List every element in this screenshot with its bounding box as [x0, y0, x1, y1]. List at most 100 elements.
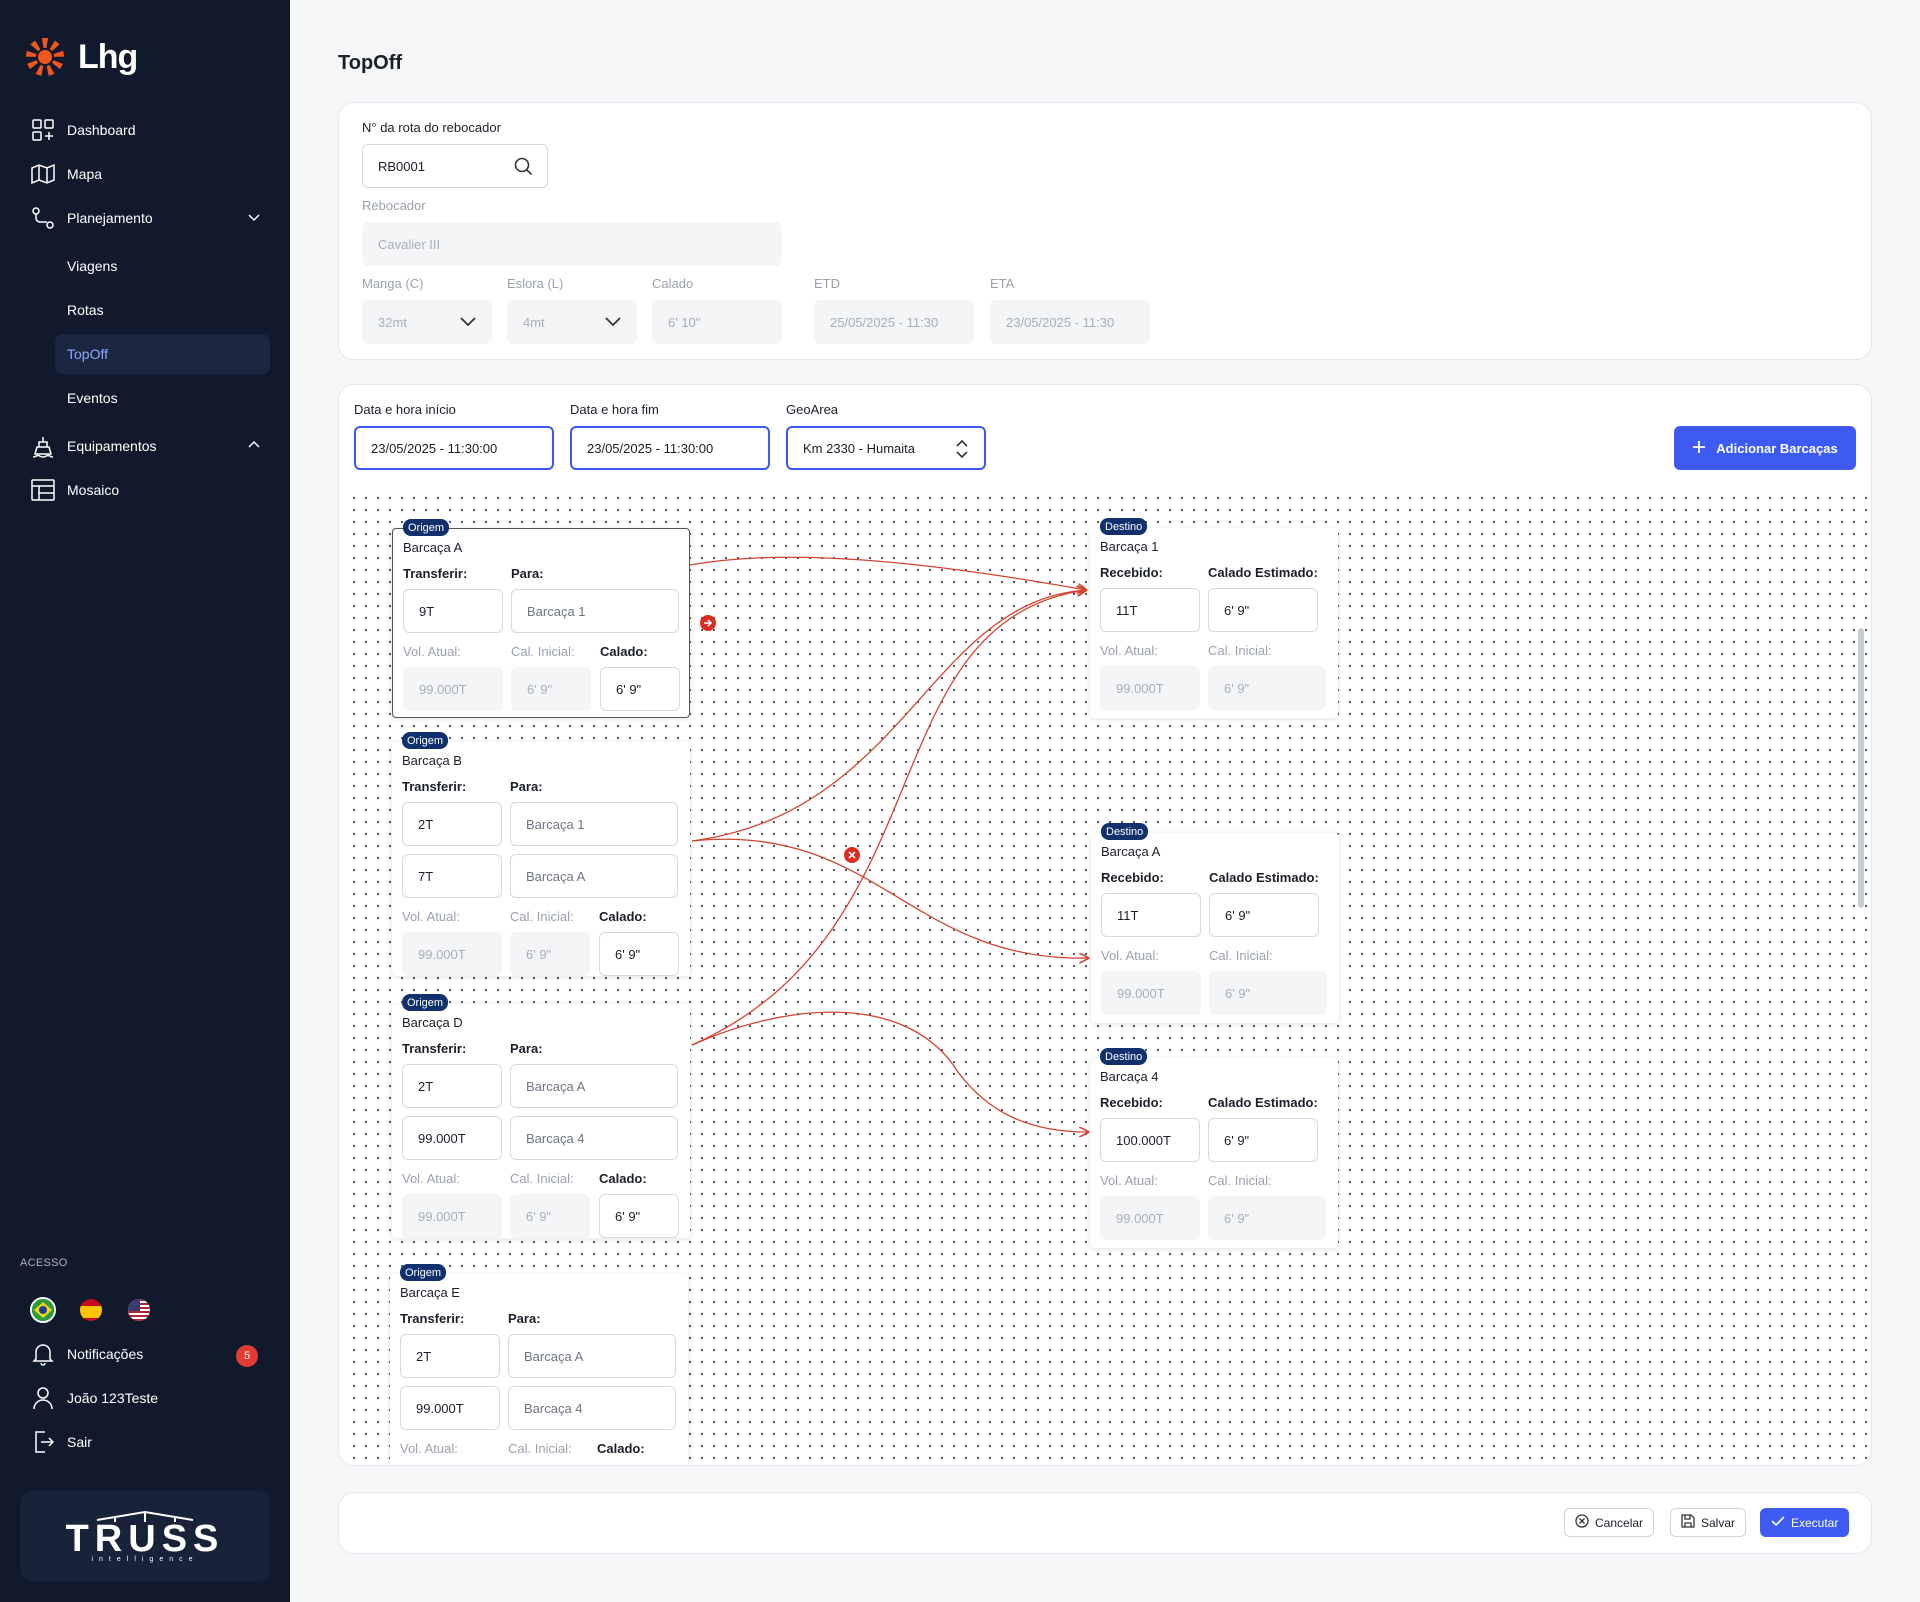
sidebar-item-viagens[interactable]: Viagens — [55, 246, 270, 286]
target-value: Barcaça A — [526, 868, 586, 884]
etd-value: 25/05/2025 - 11:30 — [830, 314, 939, 330]
nav-planejamento[interactable]: Planejamento — [31, 206, 261, 230]
destination-node-barcaca-1[interactable]: Destino Barcaça 1 Recebido: Calado Estim… — [1090, 518, 1338, 718]
destination-node-barcaca-4[interactable]: Destino Barcaça 4 Recebido: Calado Estim… — [1090, 1048, 1338, 1248]
transfer-target-select[interactable]: Barcaça A — [508, 1334, 676, 1378]
nav-mapa[interactable]: Mapa — [31, 162, 102, 186]
origin-node-barcaca-e[interactable]: Origem Barcaça E Transferir: Para: 2T Ba… — [390, 1264, 688, 1464]
plus-icon — [1692, 440, 1706, 457]
est-draft-label: Calado Estimado: — [1208, 565, 1318, 580]
edge-d-to-4 — [691, 1011, 1088, 1132]
nav-sair[interactable]: Sair — [31, 1430, 92, 1454]
transfer-target-select[interactable]: Barcaça 1 — [511, 589, 679, 633]
transfer-qty-input[interactable]: 99.000T — [400, 1386, 500, 1430]
connect-handle-icon[interactable] — [700, 615, 716, 631]
received-input[interactable]: 11T — [1100, 588, 1200, 632]
nav-notificacoes[interactable]: Notificações — [31, 1342, 143, 1366]
route-number-field[interactable]: RB0001 — [362, 144, 548, 188]
nav-dashboard[interactable]: Dashboard — [31, 118, 136, 142]
end-datetime-input[interactable]: 23/05/2025 - 11:30:00 — [570, 426, 770, 470]
transfer-label: Transferir: — [400, 1311, 465, 1326]
nav-mosaico[interactable]: Mosaico — [31, 478, 119, 502]
nav-equipamentos[interactable]: Equipamentos — [31, 434, 261, 458]
truss-brand-sub: intelligence — [91, 1555, 199, 1563]
cal-init-value: 6' 9" — [1224, 680, 1250, 696]
vol-label: Vol. Atual: — [1101, 948, 1159, 963]
calado-input[interactable]: 6' 9" — [600, 667, 680, 711]
to-label: Para: — [511, 566, 544, 581]
delete-edge-icon[interactable] — [844, 847, 860, 863]
transfer-target-select[interactable]: Barcaça 1 — [510, 802, 678, 846]
transfer-qty-input[interactable]: 2T — [402, 802, 502, 846]
execute-button[interactable]: Executar — [1760, 1508, 1850, 1537]
transfer-label: Transferir: — [403, 566, 468, 581]
to-label: Para: — [508, 1311, 541, 1326]
geoarea-select[interactable]: Km 2330 - Humaita — [786, 426, 986, 470]
origin-node-barcaca-a[interactable]: Origem Barcaça A Transferir: Para: 9T Ba… — [392, 519, 690, 718]
vol-label: Vol. Atual: — [402, 909, 460, 924]
etd-label: ETD — [814, 276, 840, 291]
origin-tag: Origem — [403, 519, 450, 536]
transfer-target-select[interactable]: Barcaça A — [510, 1064, 678, 1108]
sidebar-item-eventos[interactable]: Eventos — [55, 378, 270, 418]
calado-input[interactable]: 6' 9" — [599, 932, 679, 976]
spain-flag-icon[interactable] — [78, 1297, 104, 1323]
target-value: Barcaça 4 — [526, 1130, 585, 1146]
vol-value: 99.000T — [418, 1208, 466, 1224]
destination-node-barcaca-a[interactable]: Destino Barcaça A Recebido: Calado Estim… — [1091, 823, 1339, 1023]
sidebar-item-rotas[interactable]: Rotas — [55, 290, 270, 330]
user-name: João 123Teste — [67, 1390, 159, 1406]
chevron-up-icon[interactable] — [247, 438, 261, 455]
nav-user[interactable]: João 123Teste — [31, 1386, 158, 1410]
cancel-button[interactable]: Cancelar — [1564, 1508, 1655, 1537]
cancel-label: Cancelar — [1595, 1515, 1644, 1530]
search-icon[interactable] — [513, 156, 533, 179]
eta-field: 23/05/2025 - 11:30 — [990, 300, 1150, 344]
transfer-qty-input[interactable]: 2T — [402, 1064, 502, 1108]
brazil-flag-icon[interactable] — [30, 1297, 56, 1323]
app-logo[interactable]: Lhg — [22, 34, 138, 80]
chevron-down-icon[interactable] — [247, 210, 261, 227]
logo-text: Lhg — [78, 37, 138, 76]
vol-value: 99.000T — [418, 946, 466, 962]
manga-label: Manga (C) — [362, 276, 424, 291]
route-icon — [31, 206, 55, 230]
transfer-qty-input[interactable]: 7T — [402, 854, 502, 898]
transfer-qty-input[interactable]: 99.000T — [402, 1116, 502, 1160]
vol-field: 99.000T — [403, 667, 503, 711]
vol-value: 99.000T — [419, 681, 467, 697]
transfer-target-select[interactable]: Barcaça 4 — [508, 1386, 676, 1430]
qty-value: 9T — [419, 603, 435, 619]
usa-flag-icon[interactable] — [126, 1297, 152, 1323]
cal-init-label: Cal. Inicial: — [1208, 1173, 1272, 1188]
est-draft-value: 6' 9" — [1224, 602, 1250, 618]
sidebar-item-topoff[interactable]: TopOff — [55, 334, 270, 374]
qty-value: 7T — [418, 868, 434, 884]
origin-node-barcaca-d[interactable]: Origem Barcaça D Transferir: Para: 2T Ba… — [392, 994, 690, 1238]
end-datetime-label: Data e hora fim — [570, 402, 659, 417]
est-draft-input[interactable]: 6' 9" — [1208, 588, 1318, 632]
target-value: Barcaça 1 — [526, 816, 585, 832]
notification-count-badge: 5 — [236, 1345, 258, 1367]
vol-label: Vol. Atual: — [1100, 643, 1158, 658]
save-button[interactable]: Salvar — [1670, 1508, 1747, 1537]
est-draft-input[interactable]: 6' 9" — [1208, 1118, 1318, 1162]
start-datetime-input[interactable]: 23/05/2025 - 11:30:00 — [354, 426, 554, 470]
calado-value: 6' 9" — [615, 946, 641, 962]
edge-b-to-a — [691, 838, 1088, 958]
received-input[interactable]: 11T — [1101, 893, 1201, 937]
transfer-target-select[interactable]: Barcaça 4 — [510, 1116, 678, 1160]
est-draft-input[interactable]: 6' 9" — [1209, 893, 1319, 937]
transfer-target-select[interactable]: Barcaça A — [510, 854, 678, 898]
canvas-scrollbar[interactable] — [1858, 628, 1864, 908]
transfer-qty-input[interactable]: 9T — [403, 589, 503, 633]
received-input[interactable]: 100.000T — [1100, 1118, 1200, 1162]
add-barges-button[interactable]: Adicionar Barcaças — [1674, 426, 1856, 470]
calado-input[interactable]: 6' 9" — [599, 1194, 679, 1238]
flow-canvas[interactable]: Origem Barcaça A Transferir: Para: 9T Ba… — [348, 492, 1870, 1464]
transfer-qty-input[interactable]: 2T — [400, 1334, 500, 1378]
target-value: Barcaça 4 — [524, 1400, 583, 1416]
origin-node-barcaca-b[interactable]: Origem Barcaça B Transferir: Para: 2T Ba… — [392, 732, 690, 976]
sub-label: Eventos — [67, 390, 118, 406]
calado-label: Calado: — [597, 1441, 645, 1456]
